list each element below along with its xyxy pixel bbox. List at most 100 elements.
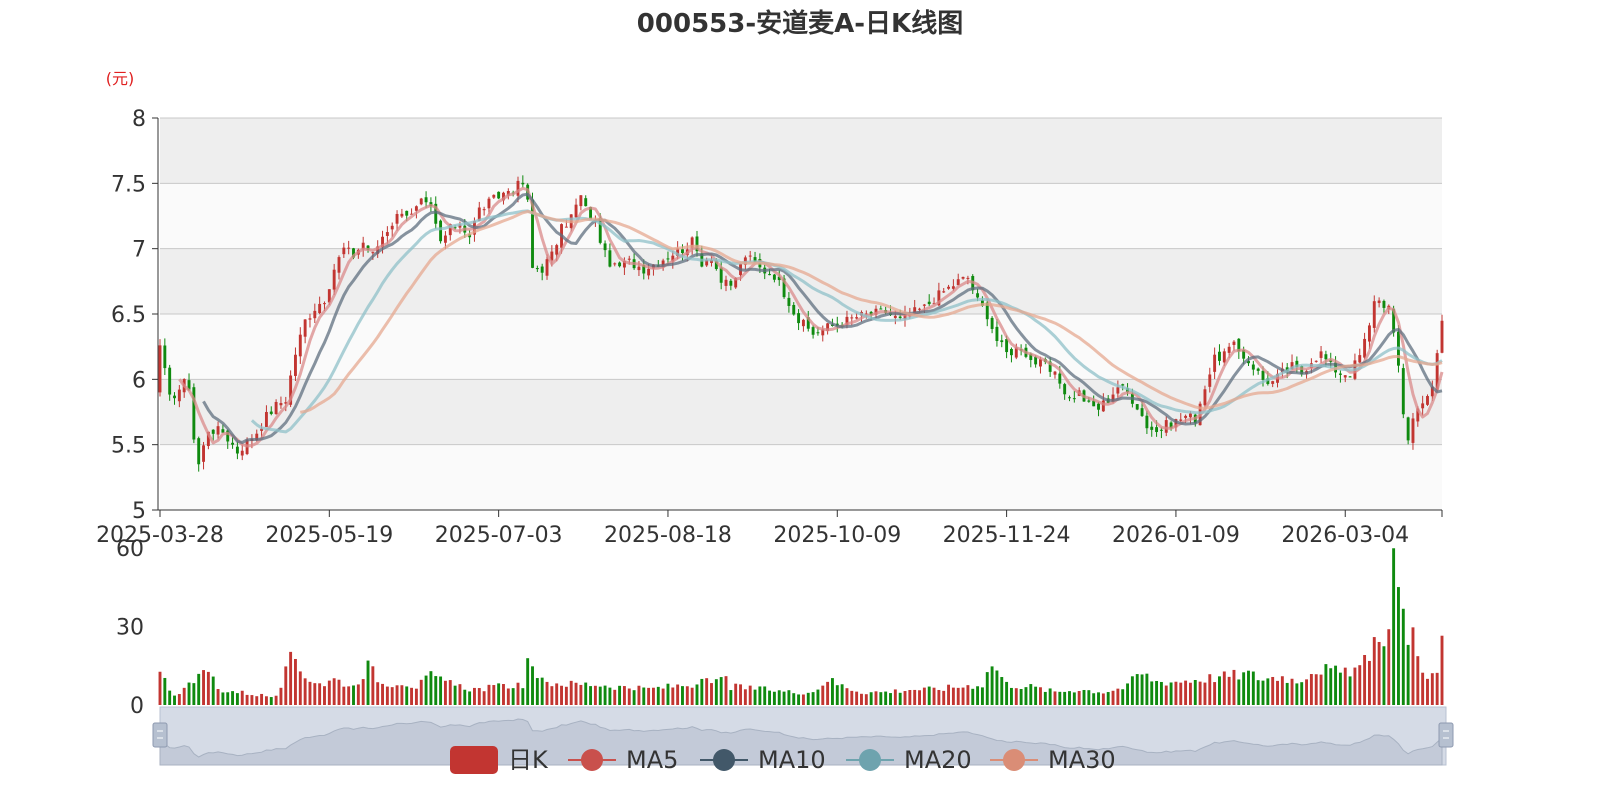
volume-bar[interactable] [555,683,559,705]
volume-bar[interactable] [1227,676,1231,705]
volume-bar[interactable] [1421,672,1425,705]
volume-bar[interactable] [1150,681,1154,705]
volume-bar[interactable] [526,658,530,705]
volume-bar[interactable] [705,678,709,705]
volume-bar[interactable] [913,689,917,705]
volume-bar[interactable] [569,680,573,705]
volume-bar[interactable] [608,687,612,705]
volume-bar[interactable] [1135,674,1139,705]
volume-bar[interactable] [1430,673,1434,705]
volume-bar[interactable] [801,694,805,705]
volume-bar[interactable] [845,688,849,705]
volume-bar[interactable] [855,691,859,705]
volume-bar[interactable] [748,685,752,705]
volume-bar[interactable] [502,684,505,705]
volume-bar[interactable] [1053,691,1057,705]
volume-bar[interactable] [1034,686,1038,705]
volume-bar[interactable] [400,685,404,705]
volume-bar[interactable] [1382,646,1386,705]
volume-bar[interactable] [584,682,588,705]
volume-bar[interactable] [743,689,747,705]
volume-bar[interactable] [1251,671,1255,705]
volume-bar[interactable] [613,689,617,705]
volume-bar[interactable] [1058,691,1062,705]
volume-bar[interactable] [753,689,757,705]
volume-bar[interactable] [535,678,539,705]
volume-bar[interactable] [724,676,728,705]
volume-bar[interactable] [1063,691,1067,705]
volume-bar[interactable] [255,696,259,705]
volume-bar[interactable] [284,666,288,705]
volume-bar[interactable] [356,684,360,705]
volume-bar[interactable] [690,687,694,705]
volume-bar[interactable] [598,686,602,705]
volume-bar[interactable] [593,685,597,705]
volume-bar[interactable] [1174,681,1178,705]
volume-bar[interactable] [908,690,912,705]
volume-bar[interactable] [250,695,254,705]
volume-bar[interactable] [884,691,888,705]
volume-bar[interactable] [347,686,351,705]
volume-bar[interactable] [168,690,172,705]
volume-bar[interactable] [385,686,389,705]
volume-bar[interactable] [1232,669,1236,705]
volume-bar[interactable] [260,693,264,705]
candlestick[interactable] [1426,394,1429,406]
volume-bar[interactable] [294,658,297,705]
volume-bar[interactable] [651,687,655,705]
volume-bar[interactable] [1285,682,1289,705]
volume-bar[interactable] [279,687,283,705]
volume-bar[interactable] [390,687,394,705]
volume-bar[interactable] [1348,676,1352,705]
volume-bar[interactable] [1401,608,1405,705]
volume-bar[interactable] [898,692,902,705]
volume-bar[interactable] [1188,682,1192,705]
volume-bar[interactable] [763,686,767,705]
volume-bar[interactable] [676,684,680,705]
volume-bar[interactable] [1039,687,1042,705]
volume-bar[interactable] [202,670,205,705]
candlestick[interactable] [192,383,196,444]
volume-bar[interactable] [1411,627,1415,705]
volume-bar[interactable] [264,696,268,705]
volume-bar[interactable] [951,687,955,705]
volume-bar[interactable] [1353,667,1357,705]
candlestick[interactable] [1406,416,1410,445]
volume-bar[interactable] [806,692,810,705]
volume-bar[interactable] [1358,665,1362,705]
volume-bar[interactable] [1198,681,1202,705]
volume-bar[interactable] [182,687,186,705]
volume-bar[interactable] [1387,629,1391,705]
volume-bar[interactable] [173,695,176,705]
volume-bar[interactable] [473,687,476,705]
volume-bar[interactable] [661,688,665,705]
volume-bar[interactable] [942,690,946,705]
volume-bar[interactable] [966,685,970,705]
volume-bar[interactable] [889,693,892,705]
volume-bar[interactable] [192,683,196,705]
volume-bar[interactable] [458,684,462,705]
volume-bar[interactable] [879,692,883,705]
volume-bar[interactable] [1101,693,1105,705]
volume-bar[interactable] [1126,683,1129,705]
volume-bar[interactable] [1392,548,1396,705]
volume-bar[interactable] [850,690,854,705]
volume-bar[interactable] [1077,691,1081,705]
volume-bar[interactable] [1087,690,1091,705]
volume-bar[interactable] [700,678,704,705]
volume-bar[interactable] [477,688,481,705]
volume-bar[interactable] [516,682,520,705]
volume-bar[interactable] [579,684,583,705]
volume-bar[interactable] [1029,684,1033,705]
volume-bar[interactable] [424,675,428,705]
volume-bar[interactable] [511,688,515,705]
volume-bar[interactable] [1159,681,1163,705]
volume-bar[interactable] [163,677,167,705]
volume-bar[interactable] [448,680,452,705]
volume-bar[interactable] [710,683,713,705]
volume-bar[interactable] [1247,670,1250,705]
volume-bar[interactable] [666,683,670,705]
volume-bar[interactable] [1024,687,1028,705]
volume-bar[interactable] [274,695,278,705]
volume-bar[interactable] [719,677,723,705]
